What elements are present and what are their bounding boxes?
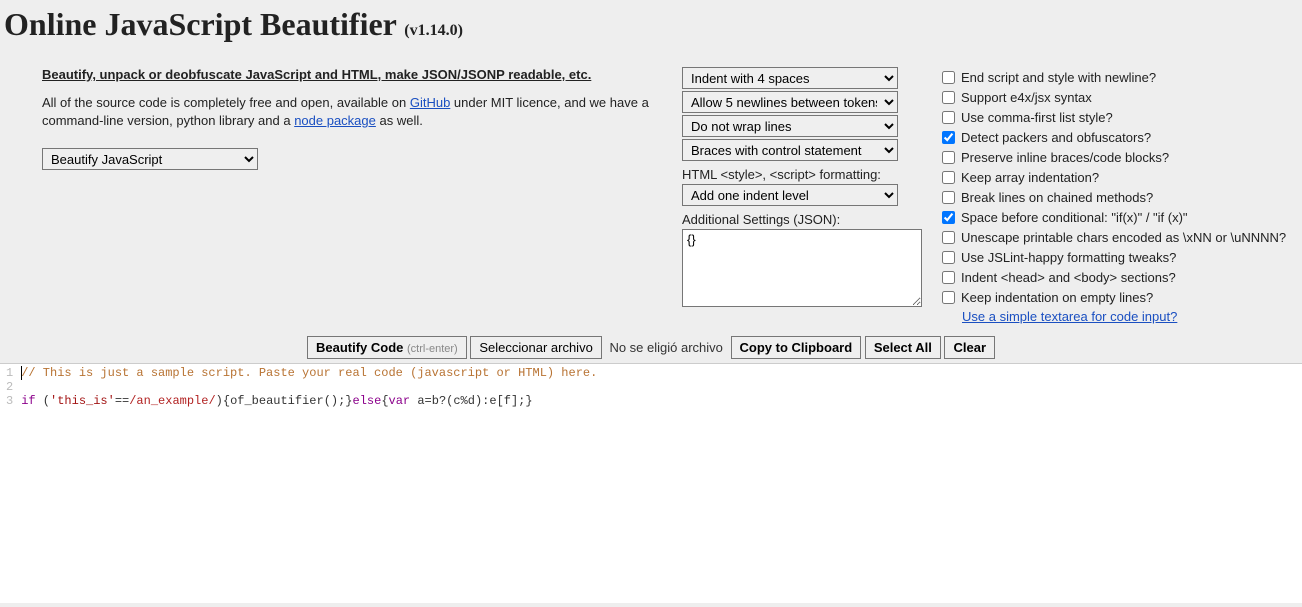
newlines-select[interactable]: Allow 5 newlines between tokens xyxy=(682,91,898,113)
select-all-button[interactable]: Select All xyxy=(865,336,941,359)
end-newline-checkbox[interactable] xyxy=(942,71,955,84)
language-select[interactable]: Beautify JavaScript xyxy=(42,148,258,170)
comma-first-label: Use comma-first list style? xyxy=(961,110,1113,125)
html-format-select[interactable]: Add one indent level xyxy=(682,184,898,206)
line-gutter: 123 xyxy=(0,364,21,603)
keep-empty-label: Keep indentation on empty lines? xyxy=(961,290,1153,305)
file-select-button[interactable]: Seleccionar archivo xyxy=(470,336,601,359)
code-lines[interactable]: // This is just a sample script. Paste y… xyxy=(21,364,597,603)
title-text: Online JavaScript Beautifier xyxy=(4,6,396,42)
copy-clipboard-button[interactable]: Copy to Clipboard xyxy=(731,336,862,359)
github-link[interactable]: GitHub xyxy=(410,95,450,110)
version-text: (v1.14.0) xyxy=(404,22,463,39)
node-package-link[interactable]: node package xyxy=(294,113,376,128)
braces-select[interactable]: Braces with control statement xyxy=(682,139,898,161)
keep-array-label: Keep array indentation? xyxy=(961,170,1099,185)
indent-select[interactable]: Indent with 4 spaces xyxy=(682,67,898,89)
space-cond-label: Space before conditional: "if(x)" / "if … xyxy=(961,210,1188,225)
code-editor[interactable]: 123 // This is just a sample script. Pas… xyxy=(0,363,1302,603)
wrap-select[interactable]: Do not wrap lines xyxy=(682,115,898,137)
use-simple-textarea-link[interactable]: Use a simple textarea for code input? xyxy=(962,309,1177,324)
unescape-label: Unescape printable chars encoded as \xNN… xyxy=(961,230,1286,245)
toolbar: Beautify Code (ctrl-enter) Seleccionar a… xyxy=(0,332,1302,363)
space-cond-checkbox[interactable] xyxy=(942,211,955,224)
additional-settings-input[interactable]: {} xyxy=(682,229,922,307)
e4x-checkbox[interactable] xyxy=(942,91,955,104)
break-chained-checkbox[interactable] xyxy=(942,191,955,204)
unescape-checkbox[interactable] xyxy=(942,231,955,244)
html-format-label: HTML <style>, <script> formatting: xyxy=(682,167,942,182)
detect-packers-label: Detect packers and obfuscators? xyxy=(961,130,1151,145)
beautify-button[interactable]: Beautify Code (ctrl-enter) xyxy=(307,336,467,359)
text-cursor xyxy=(21,366,22,380)
subtitle: Beautify, unpack or deobfuscate JavaScri… xyxy=(42,67,682,82)
preserve-inline-checkbox[interactable] xyxy=(942,151,955,164)
indent-head-checkbox[interactable] xyxy=(942,271,955,284)
detect-packers-checkbox[interactable] xyxy=(942,131,955,144)
comma-first-checkbox[interactable] xyxy=(942,111,955,124)
clear-button[interactable]: Clear xyxy=(944,336,995,359)
jslint-label: Use JSLint-happy formatting tweaks? xyxy=(961,250,1176,265)
page-title: Online JavaScript Beautifier (v1.14.0) xyxy=(4,6,1302,43)
keep-empty-checkbox[interactable] xyxy=(942,291,955,304)
description: All of the source code is completely fre… xyxy=(42,94,682,130)
additional-settings-label: Additional Settings (JSON): xyxy=(682,212,942,227)
file-status: No se eligió archivo xyxy=(605,340,726,355)
jslint-checkbox[interactable] xyxy=(942,251,955,264)
e4x-label: Support e4x/jsx syntax xyxy=(961,90,1092,105)
break-chained-label: Break lines on chained methods? xyxy=(961,190,1153,205)
keep-array-checkbox[interactable] xyxy=(942,171,955,184)
indent-head-label: Indent <head> and <body> sections? xyxy=(961,270,1176,285)
preserve-inline-label: Preserve inline braces/code blocks? xyxy=(961,150,1169,165)
end-newline-label: End script and style with newline? xyxy=(961,70,1156,85)
